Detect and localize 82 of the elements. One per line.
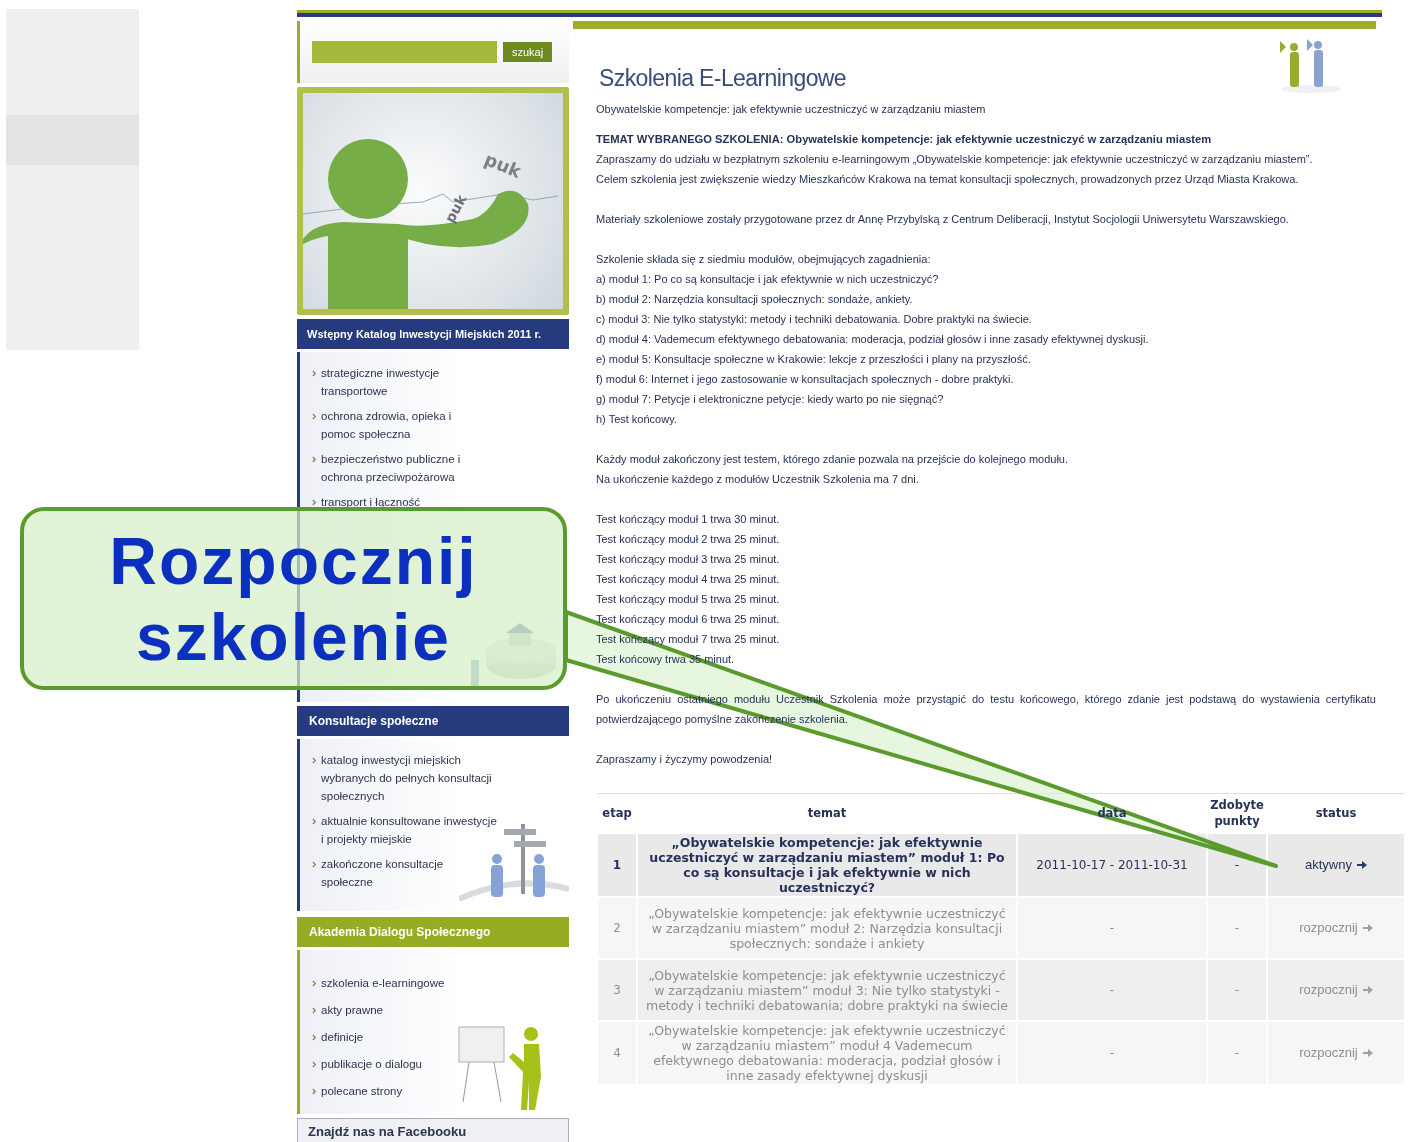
sidebar-link[interactable]: ochrona zdrowia, opieka i pomoc społeczna xyxy=(321,407,472,443)
body-text: Celem szkolenia jest zwiększenie wiedzy Mieszkańców Krakowa na temat konsultacji społecznych, prowadzonych przez Urząd Miasta Krakowa. xyxy=(596,172,1300,187)
sidebar-link[interactable]: transport i łączność xyxy=(321,493,421,511)
chevron-icon xyxy=(312,818,317,825)
body-text: Test kończący moduł 1 trwa 30 minut. xyxy=(596,512,781,527)
illustration-label: puk xyxy=(481,148,525,182)
chevron-icon xyxy=(312,1034,317,1041)
body-text: Zapraszamy do udziału w bezpłatnym szkoleniu e-learningowym „Obywatelskie kompetencje: jak efektywnie uczestniczyć w zarządzaniu miastem”. xyxy=(596,152,1314,167)
sidebar-link[interactable]: definicje xyxy=(321,1028,364,1046)
table-cell: - xyxy=(1017,959,1207,1021)
sidebar-link[interactable]: szkolenia e-learningowe xyxy=(321,974,445,992)
sidebar-link[interactable]: zakończone konsultacje społeczne xyxy=(321,855,497,891)
table-cell: - xyxy=(1207,897,1267,959)
table-cell: „Obywatelskie kompetencje: jak efektywnie uczestniczyć w zarządzaniu miastem” moduł 3: Nie tylko statystyki - metody i techniki debatowania; dobre praktyki na świecie xyxy=(637,959,1017,1021)
table-cell: 1 xyxy=(597,833,637,897)
body-text: d) moduł 4: Vademecum efektywnego debatowania: moderacja, podział głosów i inne zasady efektywnej dyskusji. xyxy=(596,332,1150,347)
sidebar-link[interactable]: strategiczne inwestycje transportowe xyxy=(321,364,472,400)
chevron-icon xyxy=(312,456,317,463)
sidebar-link[interactable]: katalog inwestycji miejskich wybranych do pełnych konsultacji społecznych xyxy=(321,751,497,805)
chevron-icon xyxy=(312,1007,317,1014)
table-cell: „Obywatelskie kompetencje: jak efektywnie uczestniczyć w zarządzaniu miastem” moduł 2: Narzędzia konsultacji społecznych: sondaże i ankiety xyxy=(637,897,1017,959)
sidebar-link[interactable]: publikacje o dialogu xyxy=(321,1055,423,1073)
table-cell: „Obywatelskie kompetencje: jak efektywnie uczestniczyć w zarządzaniu miastem” moduł 1: Po co są konsultacje i jak efektywnie w nich uczestniczyć? xyxy=(637,833,1017,897)
sidebar-link[interactable]: polecane strony xyxy=(321,1082,403,1100)
table-cell: 3 xyxy=(597,959,637,1021)
table-cell: 2011-10-17 - 2011-10-31 xyxy=(1017,833,1207,897)
search-button[interactable]: szukaj xyxy=(503,42,553,62)
facebook-box-title: Znajdź nas na Facebooku xyxy=(297,1118,569,1142)
body-text: Zapraszamy i życzymy powodzenia! xyxy=(596,752,774,767)
body-text: Test kończący moduł 6 trwa 25 minut. xyxy=(596,612,781,627)
table-cell: - xyxy=(1207,1021,1267,1085)
chevron-icon xyxy=(312,980,317,987)
chevron-icon xyxy=(312,1061,317,1068)
body-text: Na ukończenie każdego z modułów Uczestnik Szkolenia ma 7 dni. xyxy=(596,472,920,487)
body-text: Test kończący moduł 4 trwa 25 minut. xyxy=(596,572,781,587)
chevron-icon xyxy=(312,499,317,506)
body-text: Test kończący moduł 5 trwa 25 minut. xyxy=(596,592,781,607)
body-text: Test kończący moduł 2 trwa 25 minut. xyxy=(596,532,781,547)
sidebar-link[interactable]: bezpieczeństwo publiczne i ochrona przeciwpożarowa xyxy=(321,450,472,486)
body-text: e) moduł 5: Konsultacje społeczne w Krakowie: lekcje z przeszłości i plany na przyszłość. xyxy=(596,352,1032,367)
sidebar-link[interactable]: akty prawne xyxy=(321,1001,383,1019)
body-text: Materiały szkoleniowe zostały przygotowane przez dr Annę Przybylską z Centrum Deliberacji, Instytut Socjologii Uniwersytetu Warszawskiego. xyxy=(596,212,1290,227)
chevron-icon xyxy=(312,757,317,764)
table-cell: - xyxy=(1017,897,1207,959)
body-text: g) moduł 7: Petycje i elektroniczne petycje: kiedy warto po nie sięgnąć? xyxy=(596,392,945,407)
status-link[interactable]: aktywny xyxy=(1305,857,1352,872)
table-cell: 2 xyxy=(597,897,637,959)
chevron-icon xyxy=(312,1088,317,1095)
arrow-icon xyxy=(1362,923,1373,932)
course-subtitle: Obywatelskie kompetencje: jak efektywnie uczestniczyć w zarządzaniu miastem xyxy=(596,102,987,117)
course-topic: TEMAT WYBRANEGO SZKOLENIA: Obywatelskie kompetencje: jak efektywnie uczestniczyć w zarządzaniu miastem xyxy=(596,132,1213,147)
section-header: Akademia Dialogu Społecznego xyxy=(297,917,569,947)
table-cell: „Obywatelskie kompetencje: jak efektywnie uczestniczyć w zarządzaniu miastem” moduł 4 Vademecum efektywnego debatowania: moderacja, podział głosów i inne zasady efektywnej dyskusji xyxy=(637,1021,1017,1085)
column-header: etap xyxy=(597,793,637,833)
body-text: a) moduł 1: Po co są konsultacje i jak efektywnie w nich uczestniczyć? xyxy=(596,272,940,287)
illustration-label: puk xyxy=(441,192,470,226)
arrow-icon xyxy=(1357,860,1367,869)
table-cell: - xyxy=(1207,959,1267,1021)
page-title: Szkolenia E-Learningowe xyxy=(599,65,847,92)
arrow-icon xyxy=(1362,985,1373,994)
table-cell: 4 xyxy=(597,1021,637,1085)
body-text: c) moduł 3: Nie tylko statystyki: metody i techniki debatowania. Dobre praktyki na świecie. xyxy=(596,312,1033,327)
body-text: Każdy moduł zakończony jest testem, którego zdanie pozwala na przejście do kolejnego modułu. xyxy=(596,452,1070,467)
chevron-icon xyxy=(312,370,317,377)
search-field[interactable] xyxy=(312,41,497,63)
table-cell: - xyxy=(1017,1021,1207,1085)
body-text: Test kończący moduł 3 trwa 25 minut. xyxy=(596,552,781,567)
body-text: f) moduł 6: Internet i jego zastosowanie w konsultacjach społecznych - dobre praktyki. xyxy=(596,372,1015,387)
arrow-icon xyxy=(1362,1048,1373,1057)
body-text: h) Test końcowy. xyxy=(596,412,678,427)
callout-text: Rozpocznij szkolenie xyxy=(109,522,478,675)
chevron-icon xyxy=(312,861,317,868)
sidebar-link[interactable]: aktualnie konsultowane inwestycje i projekty miejskie xyxy=(321,812,497,848)
table-cell: - xyxy=(1207,833,1267,897)
body-text: b) moduł 2: Narzędzia konsultacji społecznych: sondaże, ankiety. xyxy=(596,292,914,307)
column-header: temat xyxy=(637,793,1017,833)
column-header: Zdobyte punkty xyxy=(1207,793,1267,833)
column-header: status xyxy=(1267,793,1405,833)
section-header: Konsultacje społeczne xyxy=(297,706,569,736)
chevron-icon xyxy=(312,413,317,420)
section-header: Wstępny Katalog Inwestycji Miejskich 2011 r. xyxy=(297,319,569,349)
body-text: Szkolenie składa się z siedmiu modułów, obejmujących zagadnienia: xyxy=(596,252,932,267)
